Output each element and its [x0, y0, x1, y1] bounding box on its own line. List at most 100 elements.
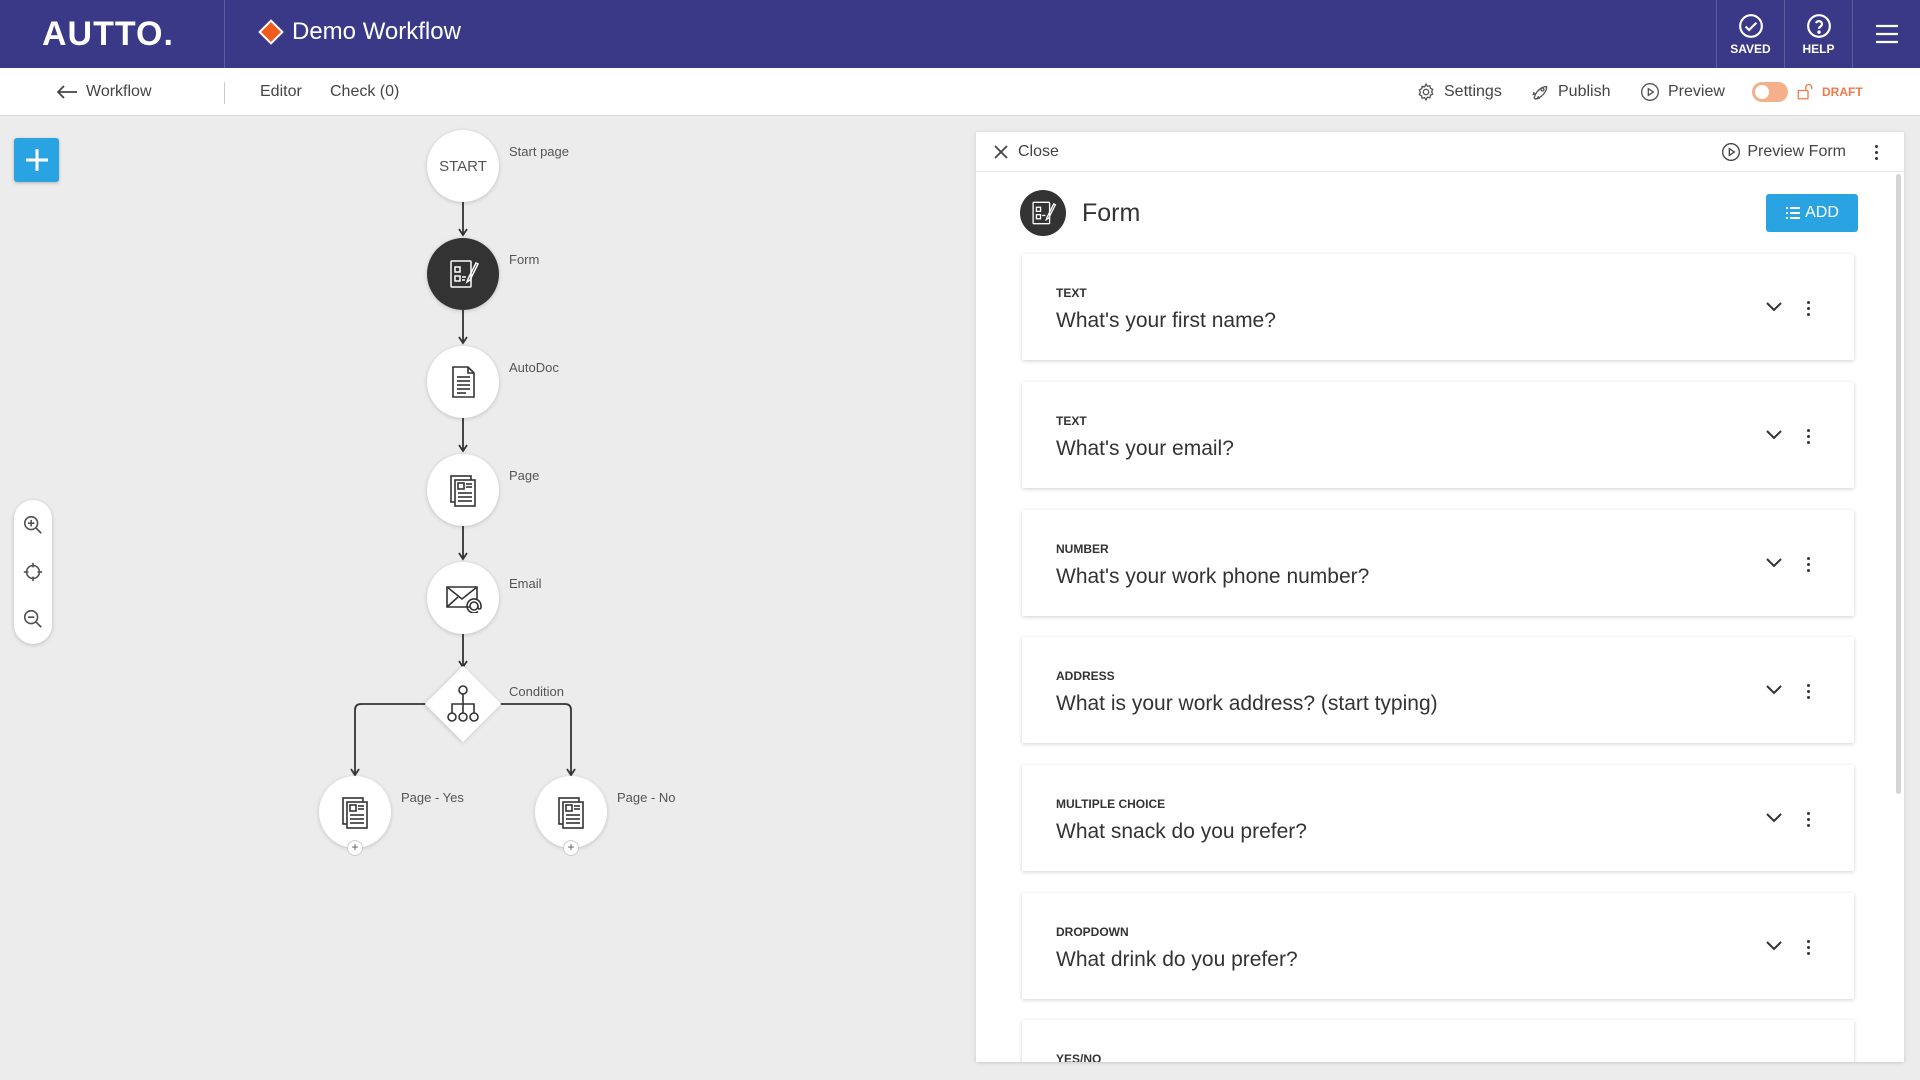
question-card[interactable]: YES/NO — [1022, 1020, 1854, 1062]
page-no-node[interactable] — [535, 776, 607, 848]
settings-label: Settings — [1444, 83, 1502, 100]
preview-button[interactable]: Preview — [1640, 68, 1725, 116]
chevron-down-icon[interactable] — [1764, 556, 1784, 570]
question-card[interactable]: DROPDOWN What drink do you prefer? — [1022, 893, 1854, 999]
add-question-button[interactable]: ADD — [1766, 194, 1858, 232]
autodoc-node[interactable] — [427, 346, 499, 418]
branch-icon — [447, 685, 479, 722]
preview-form-button[interactable]: Preview Form — [1721, 132, 1846, 172]
topbar-divider — [224, 0, 225, 68]
form-icon — [1020, 190, 1066, 236]
question-text: What snack do you prefer? — [1056, 820, 1307, 843]
add-after-page-yes-button[interactable]: + — [347, 840, 363, 856]
hamburger-icon — [1875, 24, 1898, 44]
start-node[interactable]: START — [427, 130, 499, 202]
play-circle-icon — [1722, 143, 1741, 161]
question-more-options-icon[interactable] — [1798, 296, 1818, 320]
add-after-page-no-button[interactable]: + — [563, 840, 579, 856]
help-label: HELP — [1802, 41, 1835, 56]
saved-label: SAVED — [1730, 41, 1771, 56]
chevron-down-icon[interactable] — [1764, 300, 1784, 314]
document-icon — [452, 366, 475, 398]
form-title: Form — [1082, 198, 1141, 227]
play-circle-icon — [1641, 83, 1659, 101]
question-more-options-icon[interactable] — [1798, 935, 1818, 959]
page-node[interactable] — [427, 454, 499, 526]
question-text: What's your work phone number? — [1056, 565, 1370, 588]
gear-icon — [1418, 82, 1434, 102]
panel-scrollbar[interactable] — [1896, 174, 1901, 794]
tab-check-label: Check (0) — [330, 83, 400, 100]
form-node[interactable] — [427, 238, 499, 310]
add-label: ADD — [1805, 204, 1839, 221]
panel-more-options-icon[interactable] — [1866, 140, 1886, 164]
question-type: YES/NO — [1056, 1052, 1102, 1062]
tab-editor-label: Editor — [260, 83, 302, 100]
question-type: ADDRESS — [1056, 669, 1115, 683]
question-type: DROPDOWN — [1056, 925, 1129, 939]
publish-status-toggle[interactable]: DRAFT — [1752, 68, 1863, 116]
status-toggle-switch[interactable] — [1752, 82, 1788, 102]
saved-button[interactable]: SAVED — [1716, 0, 1784, 68]
hamburger-menu-button[interactable] — [1852, 0, 1920, 68]
draft-status-label: DRAFT — [1822, 85, 1863, 99]
publish-button[interactable]: Publish — [1530, 68, 1610, 116]
question-text: What's your email? — [1056, 437, 1234, 460]
question-more-options-icon[interactable] — [1798, 424, 1818, 448]
autodoc-node-label: AutoDoc — [509, 360, 559, 375]
question-text: What's your first name? — [1056, 309, 1276, 332]
tab-check[interactable]: Check (0) — [330, 68, 399, 116]
page-yes-node-label: Page - Yes — [401, 790, 464, 805]
question-card[interactable]: ADDRESS What is your work address? (star… — [1022, 637, 1854, 743]
close-icon — [994, 145, 1008, 159]
tab-editor[interactable]: Editor — [260, 68, 302, 116]
preview-form-label: Preview Form — [1747, 143, 1846, 160]
question-more-options-icon[interactable] — [1798, 552, 1818, 576]
question-card[interactable]: NUMBER What's your work phone number? — [1022, 510, 1854, 616]
sub-bar: Workflow Editor Check (0) Settings Publi… — [0, 68, 1920, 116]
publish-label: Publish — [1558, 83, 1611, 100]
help-icon — [1806, 13, 1831, 38]
workflow-title[interactable]: Demo Workflow — [258, 18, 461, 46]
question-card[interactable]: TEXT What's your email? — [1022, 382, 1854, 488]
chevron-down-icon[interactable] — [1764, 683, 1784, 697]
page-node-label: Page — [509, 468, 540, 483]
subbar-divider — [224, 82, 225, 104]
question-more-options-icon[interactable] — [1798, 679, 1818, 703]
back-to-workflow-link[interactable]: Workflow — [56, 68, 152, 116]
email-node[interactable] — [427, 562, 499, 634]
workflow-diamond-icon — [258, 19, 284, 45]
page-icon — [450, 475, 476, 507]
chevron-down-icon[interactable] — [1764, 428, 1784, 442]
workflow-title-text: Demo Workflow — [292, 18, 461, 45]
question-card[interactable]: MULTIPLE CHOICE What snack do you prefer… — [1022, 765, 1854, 871]
connector-condition-no — [497, 703, 572, 774]
arrow-left-icon — [56, 85, 77, 99]
page-icon — [342, 797, 368, 829]
page-yes-node[interactable] — [319, 776, 391, 848]
start-page-label: Start page — [509, 144, 569, 159]
chevron-down-icon[interactable] — [1764, 939, 1784, 953]
top-bar: AUTTO. Demo Workflow SAVED HELP — [0, 0, 1920, 68]
unlock-icon — [1797, 83, 1813, 100]
start-node-text: START — [439, 157, 487, 175]
question-more-options-icon[interactable] — [1798, 807, 1818, 831]
email-icon — [446, 586, 482, 613]
condition-node-label: Condition — [509, 684, 564, 699]
question-card[interactable]: TEXT What's your first name? — [1022, 254, 1854, 360]
page-no-node-label: Page - No — [617, 790, 676, 805]
question-type: MULTIPLE CHOICE — [1056, 797, 1166, 811]
close-panel-button[interactable]: Close — [994, 132, 1059, 172]
rocket-icon — [1532, 85, 1548, 100]
autto-logo[interactable]: AUTTO. — [42, 15, 174, 54]
settings-button[interactable]: Settings — [1416, 68, 1502, 116]
form-editor-panel: Close Preview Form Form ADD TEXT What's … — [976, 132, 1904, 1062]
help-button[interactable]: HELP — [1784, 0, 1852, 68]
chevron-down-icon[interactable] — [1764, 811, 1784, 825]
form-header: Form — [1020, 190, 1140, 236]
connector-condition-yes — [354, 703, 429, 774]
back-label: Workflow — [86, 83, 152, 100]
question-text: What drink do you prefer? — [1056, 948, 1298, 971]
question-type: TEXT — [1056, 414, 1087, 428]
workflow-canvas: START Start page Form AutoDoc Page Email… — [0, 116, 980, 1080]
